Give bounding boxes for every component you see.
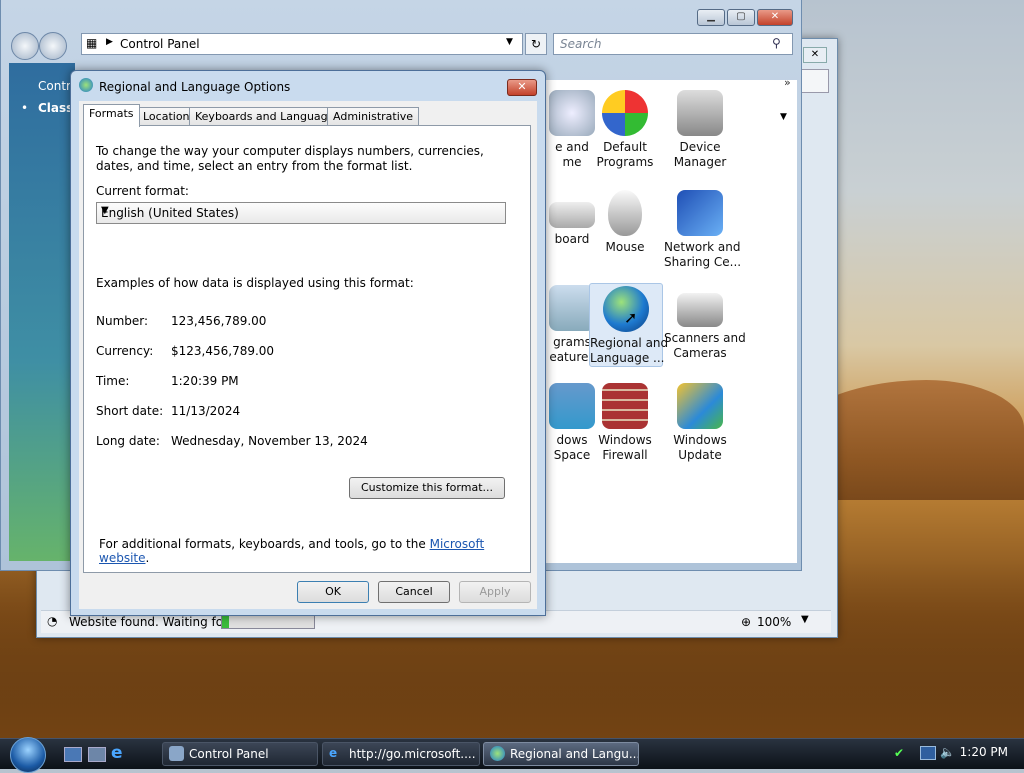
ie-zoom-level[interactable]: 100% (757, 615, 791, 629)
current-format-select[interactable]: English (United States) ▼ (96, 202, 506, 224)
address-bar[interactable]: ▦ ▶ Control Panel ▼ (81, 33, 523, 55)
window-controls: ▁ ▢ ✕ (697, 9, 793, 26)
network-icon (677, 190, 723, 236)
taskbar-label: Control Panel (189, 747, 269, 761)
cancel-button[interactable]: Cancel (378, 581, 450, 603)
example-label: Long date: (96, 434, 160, 448)
taskbar: e Control Panel e http://go.microsoft....… (0, 737, 1024, 773)
example-value: $123,456,789.00 (171, 344, 275, 358)
chevron-down-icon: ▼ (101, 205, 109, 216)
tab-location[interactable]: Location (137, 107, 196, 126)
footer-text-start: For additional formats, keyboards, and t… (99, 537, 426, 551)
loading-icon: ◔ (47, 614, 58, 628)
windows-update-icon (677, 383, 723, 429)
ie-taskbar-icon: e (329, 746, 338, 760)
intro-text: To change the way your computer displays… (96, 144, 484, 173)
dialog-globe-icon (79, 78, 93, 92)
example-label: Short date: (96, 404, 164, 418)
zoom-icon[interactable]: ⊕ (741, 615, 751, 629)
close-button[interactable]: ✕ (757, 9, 793, 26)
dialog-body: Formats Location Keyboards and Languages… (79, 101, 537, 609)
address-text: Control Panel (120, 37, 200, 51)
switch-windows-icon[interactable] (88, 747, 106, 762)
search-icon[interactable]: ⚲ (772, 36, 781, 50)
cp-item-mouse[interactable]: Mouse (589, 190, 661, 255)
tray-network-icon[interactable] (920, 746, 936, 760)
example-value: 11/13/2024 (171, 404, 241, 418)
view-dropdown-icon[interactable]: ▼ (780, 112, 787, 122)
tab-formats[interactable]: Formats (83, 104, 140, 127)
example-value: 1:20:39 PM (171, 374, 239, 388)
taskbar-label: Regional and Langu... (510, 747, 639, 761)
taskbar-item-regional[interactable]: Regional and Langu... (483, 742, 639, 766)
example-label: Number: (96, 314, 149, 328)
scanner-icon (677, 293, 723, 327)
cp-item-network[interactable]: Network and Sharing Ce... (664, 190, 741, 270)
example-label: Time: (96, 374, 130, 388)
show-desktop-icon[interactable] (64, 747, 82, 762)
example-label: Currency: (96, 344, 154, 358)
ie-progress-bar (221, 615, 315, 629)
ok-button[interactable]: OK (297, 581, 369, 603)
bullet-icon: • (21, 101, 29, 115)
forward-button[interactable] (39, 32, 67, 60)
search-placeholder: Search (560, 37, 602, 51)
cp-item-windows-firewall[interactable]: Windows Firewall (589, 383, 661, 463)
dialog-title: Regional and Language Options (99, 80, 291, 94)
tab-administrative[interactable]: Administrative (327, 107, 420, 126)
cp-item-default-programs[interactable]: Default Programs (589, 90, 661, 170)
mouse-icon (608, 190, 642, 236)
taskbar-label: http://go.microsoft.... (349, 747, 476, 761)
example-value: Wednesday, November 13, 2024 (171, 434, 368, 448)
regional-language-dialog: Regional and Language Options ✕ Formats … (70, 70, 546, 616)
minimize-button[interactable]: ▁ (697, 9, 725, 26)
tab-keyboards-languages[interactable]: Keyboards and Languages (189, 107, 347, 126)
device-manager-icon (677, 90, 723, 136)
dialog-close-button[interactable]: ✕ (507, 79, 537, 96)
mouse-cursor-icon: ➚ (624, 308, 638, 327)
control-panel-items: » ▼ e and me Default Programs Device Man… (543, 76, 797, 563)
apply-button[interactable]: Apply (459, 581, 531, 603)
control-panel-icon: ▦ (86, 36, 98, 50)
search-input[interactable]: Search ⚲ (553, 33, 793, 55)
footer-text: For additional formats, keyboards, and t… (99, 537, 530, 565)
zoom-dropdown-icon[interactable]: ▼ (801, 614, 809, 625)
address-dropdown-icon[interactable]: ▼ (506, 37, 513, 47)
cp-item-device-manager[interactable]: Device Manager (664, 90, 736, 170)
control-panel-taskbar-icon (169, 746, 184, 761)
cp-item-windows-update[interactable]: Windows Update (664, 383, 736, 463)
customize-format-button[interactable]: Customize this format... (349, 477, 505, 499)
ie-dropdown[interactable] (799, 69, 829, 93)
ie-status-text: Website found. Waiting for r (69, 615, 237, 629)
examples-heading: Examples of how data is displayed using … (96, 276, 414, 290)
taskbar-clock[interactable]: 1:20 PM (960, 745, 1008, 759)
breadcrumb-arrow-icon: ▶ (106, 37, 113, 47)
more-icon[interactable]: » (784, 76, 791, 89)
formats-panel: To change the way your computer displays… (83, 125, 531, 573)
current-format-label: Current format: (96, 184, 189, 198)
refresh-icon[interactable]: ↻ (525, 33, 547, 55)
ie-close-button[interactable]: ✕ (803, 47, 827, 63)
regional-taskbar-icon (490, 746, 505, 761)
example-value: 123,456,789.00 (171, 314, 267, 328)
maximize-button[interactable]: ▢ (727, 9, 755, 26)
ie-progress-fill (222, 616, 230, 628)
taskbar-item-control-panel[interactable]: Control Panel (162, 742, 318, 766)
left-pane: Contro Classic • (9, 63, 85, 561)
cp-item-scanners-cameras[interactable]: Scanners and Cameras (664, 285, 746, 361)
tray-volume-icon[interactable]: 🔈 (940, 745, 955, 759)
tray-security-icon[interactable]: ✔ (894, 746, 904, 760)
ie-quicklaunch-icon[interactable]: e (111, 743, 123, 763)
firewall-icon (602, 383, 648, 429)
taskbar-item-ie[interactable]: e http://go.microsoft.... (322, 742, 480, 766)
footer-text-end: . (145, 551, 150, 565)
back-button[interactable] (11, 32, 39, 60)
default-programs-icon (602, 90, 648, 136)
